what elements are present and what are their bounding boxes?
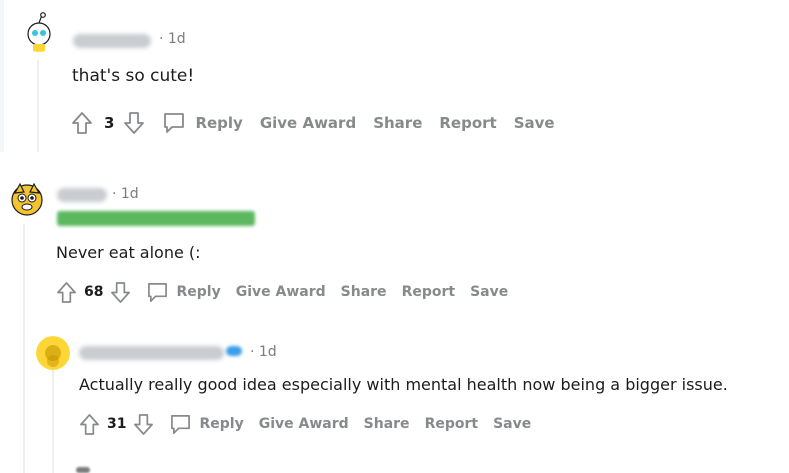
reply-button[interactable]: Reply bbox=[160, 112, 243, 134]
save-button[interactable]: Save bbox=[493, 416, 531, 432]
give-award-button[interactable]: Give Award bbox=[260, 114, 356, 132]
reply-label: Reply bbox=[199, 416, 244, 432]
upvote-icon[interactable] bbox=[53, 281, 79, 304]
thread-line[interactable] bbox=[37, 60, 39, 152]
snoo-avatar-icon[interactable] bbox=[4, 176, 50, 222]
username[interactable] bbox=[57, 188, 107, 202]
username[interactable] bbox=[79, 346, 224, 360]
thread-line[interactable] bbox=[52, 366, 54, 473]
vote-count: 3 bbox=[104, 114, 115, 132]
snoo-avatar-icon[interactable] bbox=[18, 10, 60, 52]
downvote-icon[interactable] bbox=[120, 111, 148, 135]
comment-timestamp[interactable]: · 1d bbox=[159, 31, 186, 47]
comment-body: that's so cute! bbox=[72, 66, 195, 86]
upvote-icon[interactable] bbox=[76, 413, 102, 436]
share-button[interactable]: Share bbox=[373, 114, 422, 132]
give-award-button[interactable]: Give Award bbox=[259, 416, 349, 432]
next-comment-avatar bbox=[76, 467, 90, 473]
share-button[interactable]: Share bbox=[364, 416, 410, 432]
username[interactable] bbox=[73, 34, 151, 48]
report-button[interactable]: Report bbox=[439, 114, 496, 132]
comment-1: · 1d that's so cute! 3 Reply Give Award … bbox=[0, 0, 789, 152]
comment-icon bbox=[168, 414, 192, 435]
share-button[interactable]: Share bbox=[341, 284, 387, 300]
save-button[interactable]: Save bbox=[514, 114, 555, 132]
comment-body: Actually really good idea especially wit… bbox=[79, 375, 728, 394]
reply-label: Reply bbox=[195, 114, 243, 132]
vote-count: 68 bbox=[84, 284, 104, 300]
save-button[interactable]: Save bbox=[470, 284, 508, 300]
upvote-icon[interactable] bbox=[68, 111, 96, 135]
screenshot-edge bbox=[0, 0, 4, 152]
reply-button[interactable]: Reply bbox=[168, 414, 244, 435]
comment-icon bbox=[160, 112, 188, 134]
downvote-icon[interactable] bbox=[130, 413, 156, 436]
comment-actions: 31 Reply Give Award Share Report Save bbox=[76, 411, 531, 437]
comment-2: · 1d Never eat alone (: 68 Reply Give Aw… bbox=[0, 152, 789, 473]
verified-icon bbox=[226, 346, 242, 356]
reply-button[interactable]: Reply bbox=[145, 282, 221, 303]
comment-3: · 1d Actually really good idea especiall… bbox=[0, 322, 789, 473]
report-button[interactable]: Report bbox=[402, 284, 456, 300]
snoo-avatar-icon[interactable] bbox=[36, 336, 70, 370]
reply-label: Reply bbox=[176, 284, 221, 300]
report-button[interactable]: Report bbox=[425, 416, 479, 432]
comment-icon bbox=[145, 282, 169, 303]
user-flair bbox=[57, 211, 255, 226]
comment-timestamp[interactable]: · 1d bbox=[250, 344, 277, 360]
give-award-button[interactable]: Give Award bbox=[236, 284, 326, 300]
comment-actions: 68 Reply Give Award Share Report Save bbox=[53, 279, 508, 305]
downvote-icon[interactable] bbox=[107, 281, 133, 304]
comment-actions: 3 Reply Give Award Share Report Save bbox=[68, 109, 555, 137]
comment-body: Never eat alone (: bbox=[56, 243, 201, 262]
vote-count: 31 bbox=[107, 416, 127, 432]
comment-timestamp[interactable]: · 1d bbox=[112, 186, 139, 202]
